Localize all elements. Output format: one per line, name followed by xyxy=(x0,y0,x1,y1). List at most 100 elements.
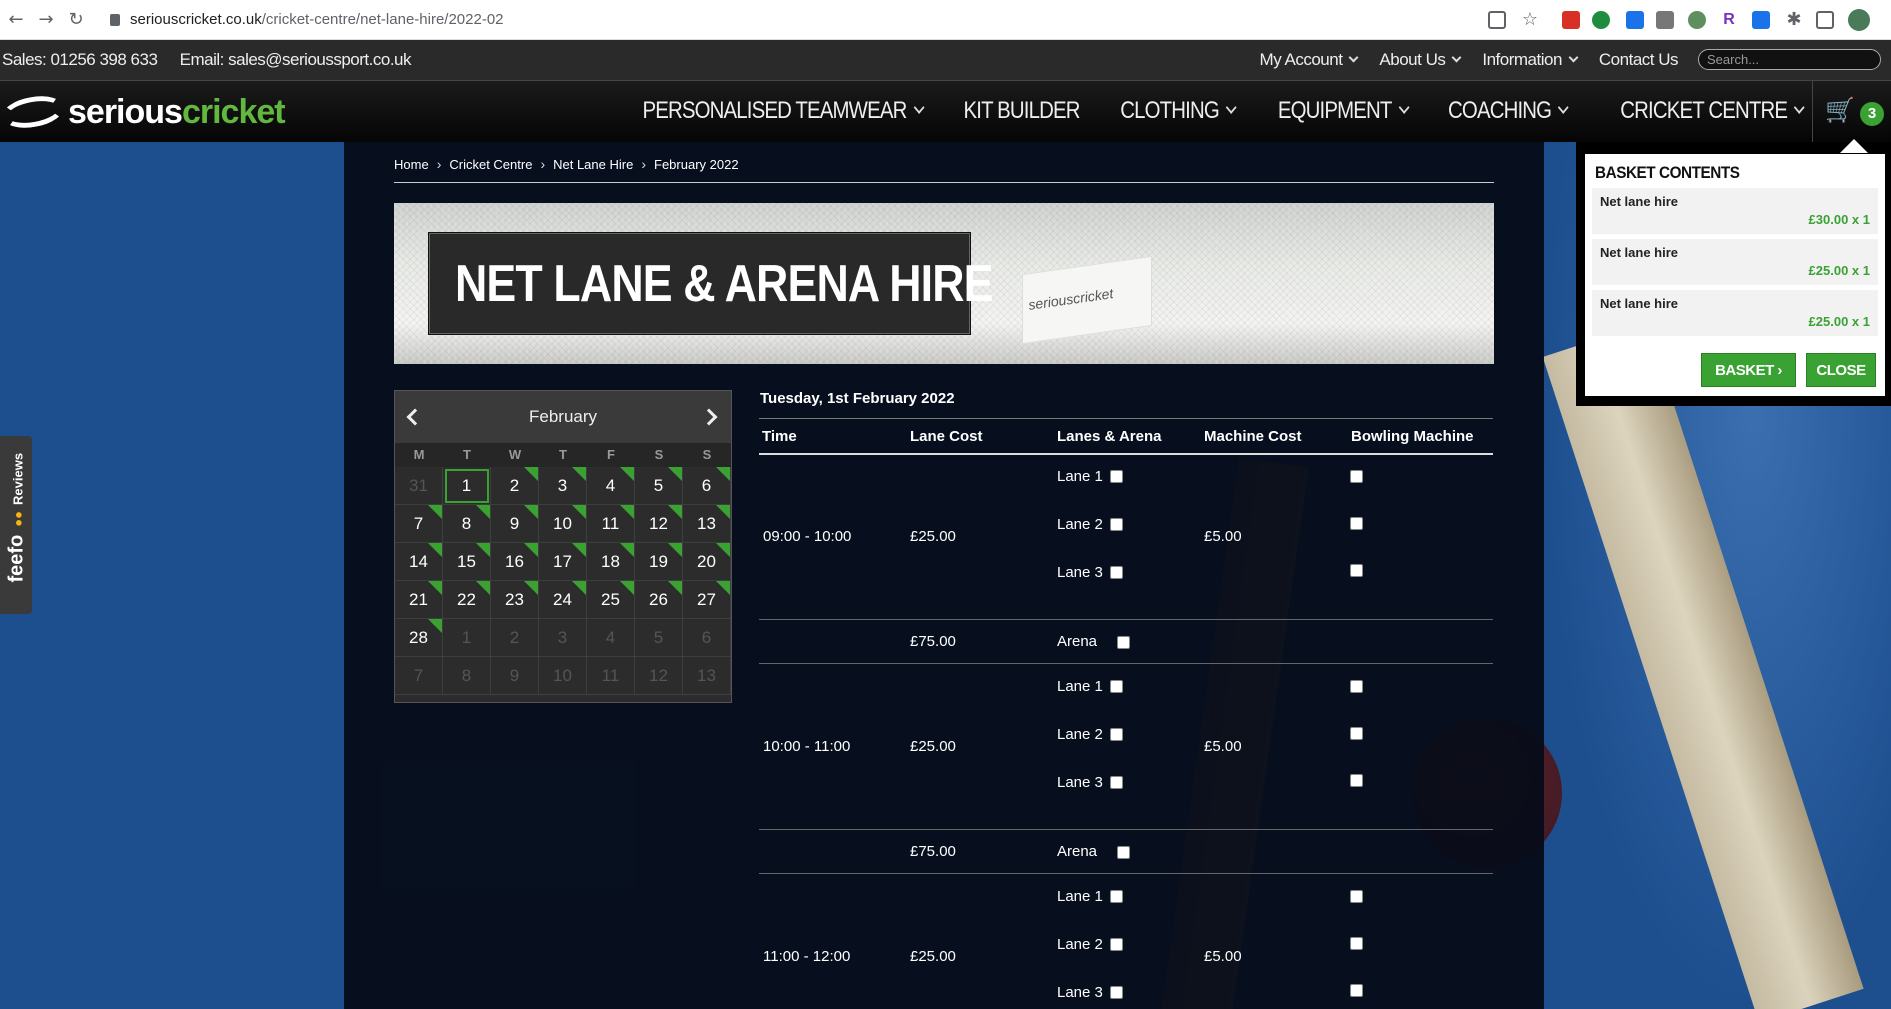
calendar-day[interactable]: 4 xyxy=(587,467,635,505)
calendar-day[interactable]: 18 xyxy=(587,543,635,581)
lane-checkbox[interactable] xyxy=(1110,776,1123,789)
share-icon[interactable] xyxy=(1488,11,1506,29)
weekday-label: M xyxy=(413,447,425,462)
breadcrumb-cricket-centre[interactable]: Cricket Centre xyxy=(449,157,532,172)
close-button[interactable]: CLOSE xyxy=(1806,353,1876,387)
about-us-link[interactable]: About Us xyxy=(1379,50,1462,70)
calendar-day[interactable]: 3 xyxy=(539,467,587,505)
site-logo[interactable]: serious cricket xyxy=(0,91,286,133)
grammar-extension-icon[interactable] xyxy=(1592,11,1610,29)
lane-checkbox[interactable] xyxy=(1110,566,1123,579)
lane-checkbox[interactable] xyxy=(1110,938,1123,951)
calendar-day[interactable]: 27 xyxy=(683,581,731,619)
bowling-machine-checkbox[interactable] xyxy=(1350,984,1363,997)
url-path: /cricket-centre/net-lane-hire/2022-02 xyxy=(261,11,504,28)
arena-checkbox[interactable] xyxy=(1117,636,1130,649)
reload-icon[interactable]: ↻ xyxy=(66,10,86,30)
search-input[interactable]: Search... xyxy=(1698,49,1881,70)
calendar-day[interactable]: 17 xyxy=(539,543,587,581)
calendar-day[interactable]: 26 xyxy=(635,581,683,619)
nav-cricket-centre[interactable]: CRICKET CENTRE xyxy=(1620,97,1805,125)
browser-toolbar: ← → ↻ seriouscricket.co.uk/cricket-centr… xyxy=(0,0,1891,40)
nav-kit-builder[interactable]: KIT BUILDER xyxy=(964,97,1081,125)
calendar-day[interactable]: 25 xyxy=(587,581,635,619)
calendar-day[interactable]: 21 xyxy=(395,581,443,619)
calendar-day[interactable]: 10 xyxy=(539,505,587,543)
nav-coaching[interactable]: COACHING xyxy=(1448,97,1570,125)
calendar-day[interactable]: 24 xyxy=(539,581,587,619)
calendar-day[interactable]: 6 xyxy=(683,467,731,505)
calendar-day[interactable]: 28 xyxy=(395,619,443,657)
calendar-day[interactable]: 9 xyxy=(491,505,539,543)
chevron-right-icon: › xyxy=(1777,362,1782,379)
my-account-link[interactable]: My Account xyxy=(1260,50,1359,70)
lane-checkbox[interactable] xyxy=(1110,890,1123,903)
calendar-day-selected[interactable]: 1 xyxy=(443,467,491,505)
column-header-machine-cost: Machine Cost xyxy=(1204,428,1302,445)
column-header-lane-cost: Lane Cost xyxy=(910,428,983,445)
calendar-week: 7 8 9 10 11 12 13 xyxy=(395,657,731,695)
pdf-extension-icon[interactable] xyxy=(1562,11,1580,29)
sales-phone[interactable]: Sales: 01256 398 633 xyxy=(2,50,158,69)
r-extension-icon[interactable]: R xyxy=(1720,11,1738,29)
lane-label: Lane 3 xyxy=(1057,984,1103,1001)
cart-count-badge[interactable]: 3 xyxy=(1860,102,1884,126)
chevron-down-icon xyxy=(1348,52,1359,62)
bowling-machine-checkbox[interactable] xyxy=(1350,470,1363,483)
divider xyxy=(394,182,1494,183)
basket-button[interactable]: BASKET › xyxy=(1701,353,1796,387)
feefo-reviews-tab[interactable]: feefo ●● Reviews xyxy=(0,436,32,614)
calendar-day[interactable]: 7 xyxy=(395,505,443,543)
bowling-machine-checkbox[interactable] xyxy=(1350,774,1363,787)
calendar-day[interactable]: 22 xyxy=(443,581,491,619)
contact-us-link[interactable]: Contact Us xyxy=(1599,50,1679,70)
sales-email[interactable]: Email: sales@serioussport.co.uk xyxy=(180,50,412,69)
calendar-day[interactable]: 11 xyxy=(587,505,635,543)
calendar-day[interactable]: 23 xyxy=(491,581,539,619)
calendar-day[interactable]: 15 xyxy=(443,543,491,581)
nav-equipment[interactable]: EQUIPMENT xyxy=(1278,97,1409,125)
calendar-day[interactable]: 12 xyxy=(635,505,683,543)
calendar-day[interactable]: 13 xyxy=(683,505,731,543)
lane-checkbox[interactable] xyxy=(1110,728,1123,741)
crx-extension-icon[interactable] xyxy=(1656,11,1674,29)
f-extension-icon[interactable] xyxy=(1752,11,1770,29)
feefo-logo: feefo xyxy=(5,534,28,583)
bowling-machine-checkbox[interactable] xyxy=(1350,680,1363,693)
calendar-day[interactable]: 20 xyxy=(683,543,731,581)
calendar-day[interactable]: 16 xyxy=(491,543,539,581)
calendar-day[interactable]: 19 xyxy=(635,543,683,581)
calendar-day[interactable]: 14 xyxy=(395,543,443,581)
breadcrumb-net-lane-hire[interactable]: Net Lane Hire xyxy=(553,157,633,172)
calendar-header: February xyxy=(395,391,731,443)
bowling-machine-checkbox[interactable] xyxy=(1350,727,1363,740)
bowling-machine-checkbox[interactable] xyxy=(1350,890,1363,903)
bowling-machine-checkbox[interactable] xyxy=(1350,937,1363,950)
lane-checkbox[interactable] xyxy=(1110,470,1123,483)
lane-checkbox[interactable] xyxy=(1110,518,1123,531)
basket-item-price: £25.00 x 1 xyxy=(1808,263,1870,278)
calendar-day[interactable]: 2 xyxy=(491,467,539,505)
information-link[interactable]: Information xyxy=(1482,50,1579,70)
breadcrumb-current: February 2022 xyxy=(654,156,739,172)
back-icon[interactable]: ← xyxy=(6,10,26,30)
screenshot-extension-icon[interactable] xyxy=(1626,11,1644,29)
bookmark-star-icon[interactable]: ☆ xyxy=(1520,10,1540,30)
extension-icon[interactable] xyxy=(1688,11,1706,29)
lane-checkbox[interactable] xyxy=(1110,986,1123,999)
profile-avatar[interactable] xyxy=(1848,9,1870,31)
shopping-cart-icon[interactable]: 🛒 xyxy=(1825,96,1855,124)
forward-icon[interactable]: → xyxy=(36,10,56,30)
lane-checkbox[interactable] xyxy=(1110,680,1123,693)
address-bar[interactable]: seriouscricket.co.uk/cricket-centre/net-… xyxy=(110,8,1490,32)
nav-clothing[interactable]: CLOTHING xyxy=(1120,97,1237,125)
calendar-day[interactable]: 8 xyxy=(443,505,491,543)
calendar-day[interactable]: 5 xyxy=(635,467,683,505)
nav-personalised-teamwear[interactable]: PERSONALISED TEAMWEAR xyxy=(643,97,925,125)
bowling-machine-checkbox[interactable] xyxy=(1350,517,1363,530)
sidebar-icon[interactable] xyxy=(1816,11,1834,29)
breadcrumb-home[interactable]: Home xyxy=(394,157,429,172)
bowling-machine-checkbox[interactable] xyxy=(1350,564,1363,577)
puzzle-extensions-icon[interactable]: ✱ xyxy=(1784,10,1804,30)
arena-checkbox[interactable] xyxy=(1117,846,1130,859)
